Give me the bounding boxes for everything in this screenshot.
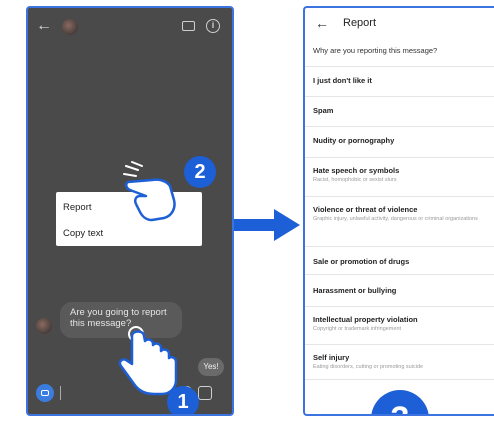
option-title: Hate speech or symbols [313, 166, 400, 175]
report-option[interactable]: Self injury Eating disorders, cutting or… [305, 344, 494, 380]
option-title: Harassment or bullying [313, 286, 397, 295]
info-icon[interactable]: i [206, 19, 220, 33]
right-phone-screen: ← Report Why are you reporting this mess… [303, 6, 494, 416]
back-arrow-icon[interactable]: ← [36, 18, 52, 34]
step-3-badge: 3 [371, 390, 429, 414]
left-phone-screen: ← i Report Copy text Are you going to re… [26, 6, 234, 416]
report-option[interactable]: Sale or promotion of drugs [305, 246, 494, 273]
camera-icon[interactable] [36, 384, 54, 402]
report-question: Why are you reporting this message? [313, 46, 438, 55]
report-option[interactable]: Nudity or pornography [305, 126, 494, 153]
option-title: Spam [313, 106, 334, 115]
report-option[interactable]: Violence or threat of violence Graphic i… [305, 196, 494, 239]
video-call-icon[interactable] [182, 21, 195, 31]
option-subtitle: Graphic injury, unlawful activity, dange… [313, 216, 478, 222]
option-title: Sale or promotion of drugs [313, 257, 410, 266]
report-option[interactable]: I just don't like it [305, 66, 494, 93]
right-arrow-icon [234, 209, 300, 241]
sender-avatar [36, 318, 52, 334]
step-1-badge: 1 [167, 386, 199, 414]
option-title: Self injury [313, 353, 350, 362]
option-title: Intellectual property violation [313, 315, 418, 324]
option-title: I just don't like it [313, 76, 372, 85]
option-title: Violence or threat of violence [313, 205, 418, 214]
report-option[interactable]: Spam [305, 96, 494, 123]
option-subtitle: Eating disorders, cutting or promoting s… [313, 364, 424, 370]
copy-text-menu-item[interactable]: Copy text [63, 228, 103, 239]
sticker-icon[interactable] [198, 386, 212, 400]
report-option[interactable]: Harassment or bullying [305, 274, 494, 301]
back-arrow-icon[interactable]: ← [315, 16, 329, 30]
pointing-hand-icon [123, 161, 176, 222]
report-option[interactable]: Intellectual property violation Copyrigh… [305, 306, 494, 341]
report-header: ← Report [305, 8, 494, 40]
option-title: Nudity or pornography [313, 136, 395, 145]
tap-hand-icon [118, 326, 178, 396]
page-title: Report [343, 17, 377, 29]
option-subtitle: Racist, homophobic or sexist slurs [313, 177, 397, 183]
option-subtitle: Copyright or trademark infringement [313, 326, 402, 332]
chat-header: ← i [28, 8, 232, 46]
report-menu-item[interactable]: Report [63, 202, 92, 213]
step-2-badge: 2 [184, 156, 216, 188]
report-option[interactable]: Hate speech or symbols Racist, homophobi… [305, 157, 494, 192]
contact-avatar[interactable] [62, 19, 78, 35]
